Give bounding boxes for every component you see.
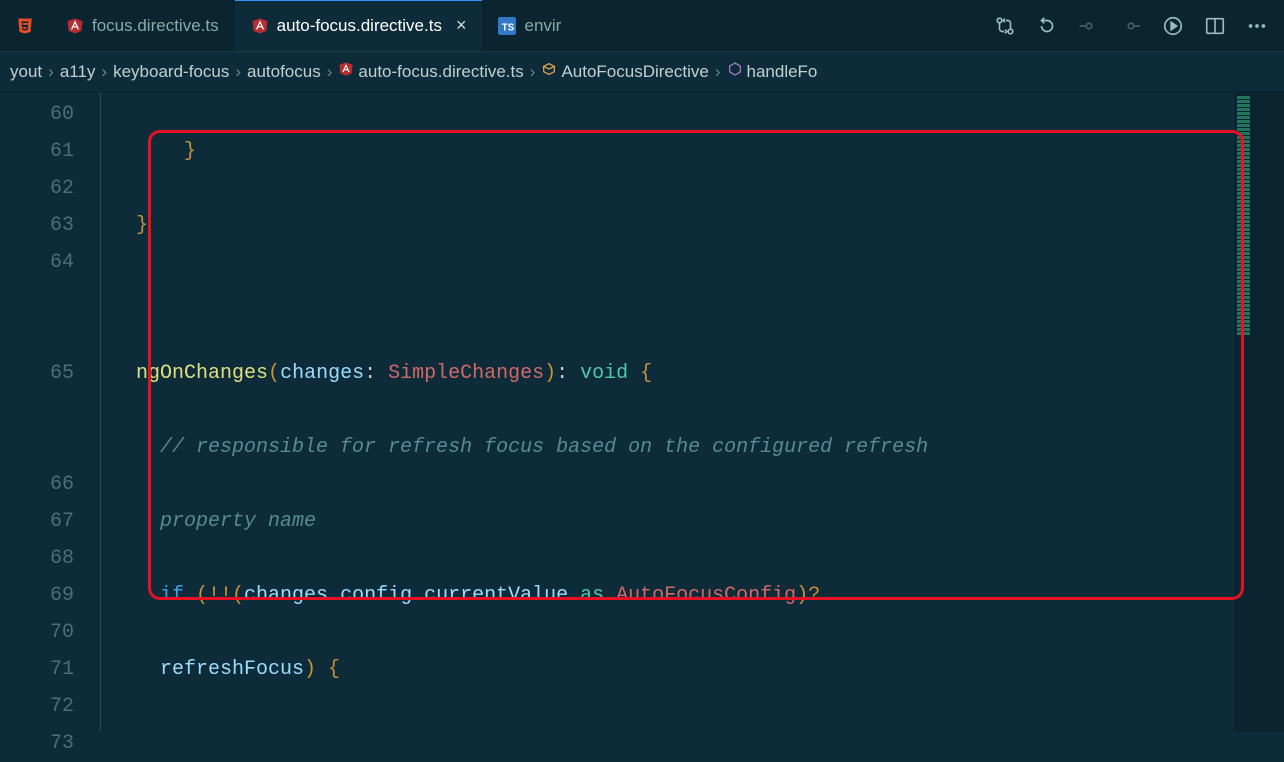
breadcrumb: yout › a11y › keyboard-focus › autofocus… (0, 52, 1284, 92)
crumb-autofocus[interactable]: autofocus (247, 62, 321, 82)
git-compare-icon[interactable] (994, 15, 1016, 37)
method-icon (727, 61, 743, 77)
crumb-a11y[interactable]: a11y (60, 62, 96, 82)
tab-envir[interactable]: TS envir (482, 0, 577, 51)
crumb-keyboard-focus[interactable]: keyboard-focus (113, 62, 229, 82)
tab-bar: focus.directive.ts auto-focus.directive.… (0, 0, 1284, 52)
run-file-icon[interactable] (1162, 15, 1184, 37)
code-editor[interactable]: 60616263 6465 66676869 70717273 } } ngOn… (0, 92, 1284, 732)
chevron-right-icon: › (715, 62, 721, 82)
close-icon[interactable]: × (456, 15, 467, 36)
class-icon (541, 61, 557, 77)
next-change-icon[interactable] (1120, 15, 1142, 37)
minimap[interactable] (1234, 92, 1284, 732)
chevron-right-icon: › (101, 62, 107, 82)
angular-icon (66, 17, 84, 35)
tab-label: auto-focus.directive.ts (277, 16, 442, 36)
revert-icon[interactable] (1036, 15, 1058, 37)
split-editor-icon[interactable] (1204, 15, 1226, 37)
crumb-class[interactable]: AutoFocusDirective (541, 61, 708, 82)
chevron-right-icon: › (235, 62, 241, 82)
prev-change-icon[interactable] (1078, 15, 1100, 37)
chevron-right-icon: › (327, 62, 333, 82)
angular-icon (251, 17, 269, 35)
crumb-method[interactable]: handleFo (727, 61, 818, 82)
editor-toolbar (994, 15, 1284, 37)
tab-html[interactable] (0, 0, 50, 51)
tab-auto-focus-directive[interactable]: auto-focus.directive.ts × (235, 0, 483, 51)
ts-icon: TS (498, 17, 516, 35)
more-actions-icon[interactable] (1246, 15, 1268, 37)
angular-icon (338, 61, 354, 77)
svg-text:TS: TS (502, 22, 515, 33)
crumb-yout[interactable]: yout (10, 62, 42, 82)
code-area[interactable]: } } ngOnChanges(changes: SimpleChanges):… (100, 92, 1234, 732)
html5-icon (16, 17, 34, 35)
chevron-right-icon: › (48, 62, 54, 82)
tab-label: envir (524, 16, 561, 36)
crumb-file[interactable]: auto-focus.directive.ts (338, 61, 523, 82)
tab-label: focus.directive.ts (92, 16, 219, 36)
chevron-right-icon: › (530, 62, 536, 82)
line-gutter: 60616263 6465 66676869 70717273 (0, 92, 100, 732)
tab-focus-directive[interactable]: focus.directive.ts (50, 0, 235, 51)
